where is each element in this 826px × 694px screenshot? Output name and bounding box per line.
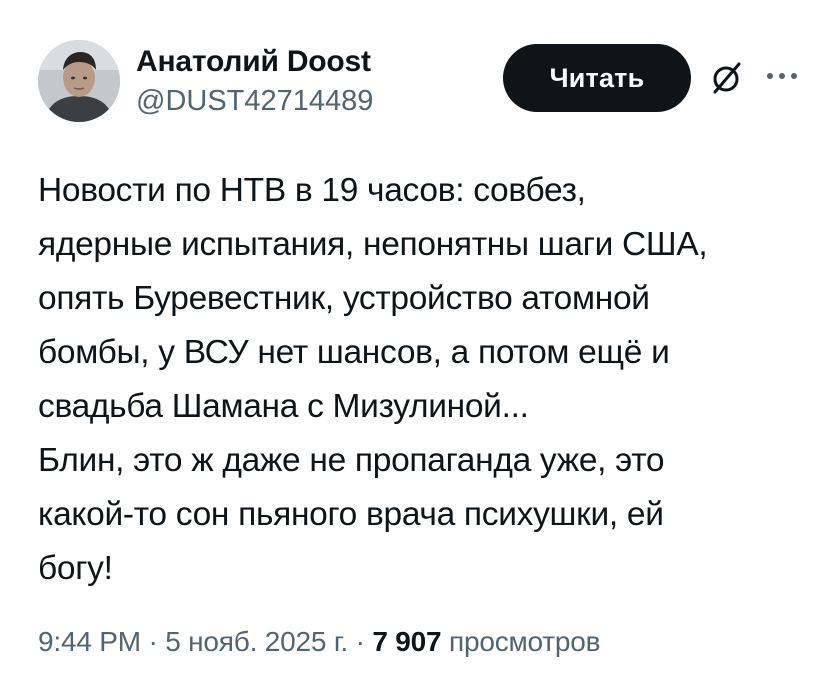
tweet-date[interactable]: 5 нояб. 2025 г.: [165, 626, 348, 657]
views-count: 7 907: [372, 626, 442, 657]
views-label: просмотров: [448, 626, 601, 657]
author-display-name[interactable]: Анатолий Doost: [136, 44, 373, 80]
author-handle[interactable]: @DUST42714489: [136, 83, 373, 119]
slashed-circle-icon[interactable]: [706, 58, 746, 98]
tweet-header: Анатолий Doost @DUST42714489 Читать: [0, 0, 826, 140]
tweet-text-line: опять Буревестник, устройство атомной: [38, 280, 650, 317]
tweet-time[interactable]: 9:44 PM: [38, 626, 141, 657]
meta-separator: ·: [148, 626, 158, 657]
tweet-text-line: богу!: [38, 550, 113, 587]
tweet-text-line: бомбы, у ВСУ нет шансов, а потом ещё и: [38, 334, 670, 371]
author-names: Анатолий Doost @DUST42714489: [136, 44, 373, 119]
meta-separator: ·: [355, 626, 365, 657]
avatar-photo: [38, 40, 120, 122]
read-button[interactable]: Читать: [503, 44, 691, 112]
tweet-text-line: Новости по НТВ в 19 часов: совбез,: [38, 172, 586, 209]
tweet-text-line: ядерные испытания, непонятны шаги США,: [38, 226, 708, 263]
ellipsis-icon[interactable]: [762, 66, 802, 86]
tweet-meta: 9:44 PM · 5 нояб. 2025 г. · 7 907 просмо…: [38, 622, 601, 662]
tweet-text-line: какой-то сон пьяного врача психушки, ей: [38, 496, 664, 533]
tweet-text-line: Блин, это ж даже не пропаганда уже, это: [38, 442, 665, 479]
tweet-text: Новости по НТВ в 19 часов: совбез, ядерн…: [38, 164, 798, 596]
avatar[interactable]: [38, 40, 120, 122]
tweet-text-line: свадьба Шамана с Мизулиной...: [38, 388, 529, 425]
